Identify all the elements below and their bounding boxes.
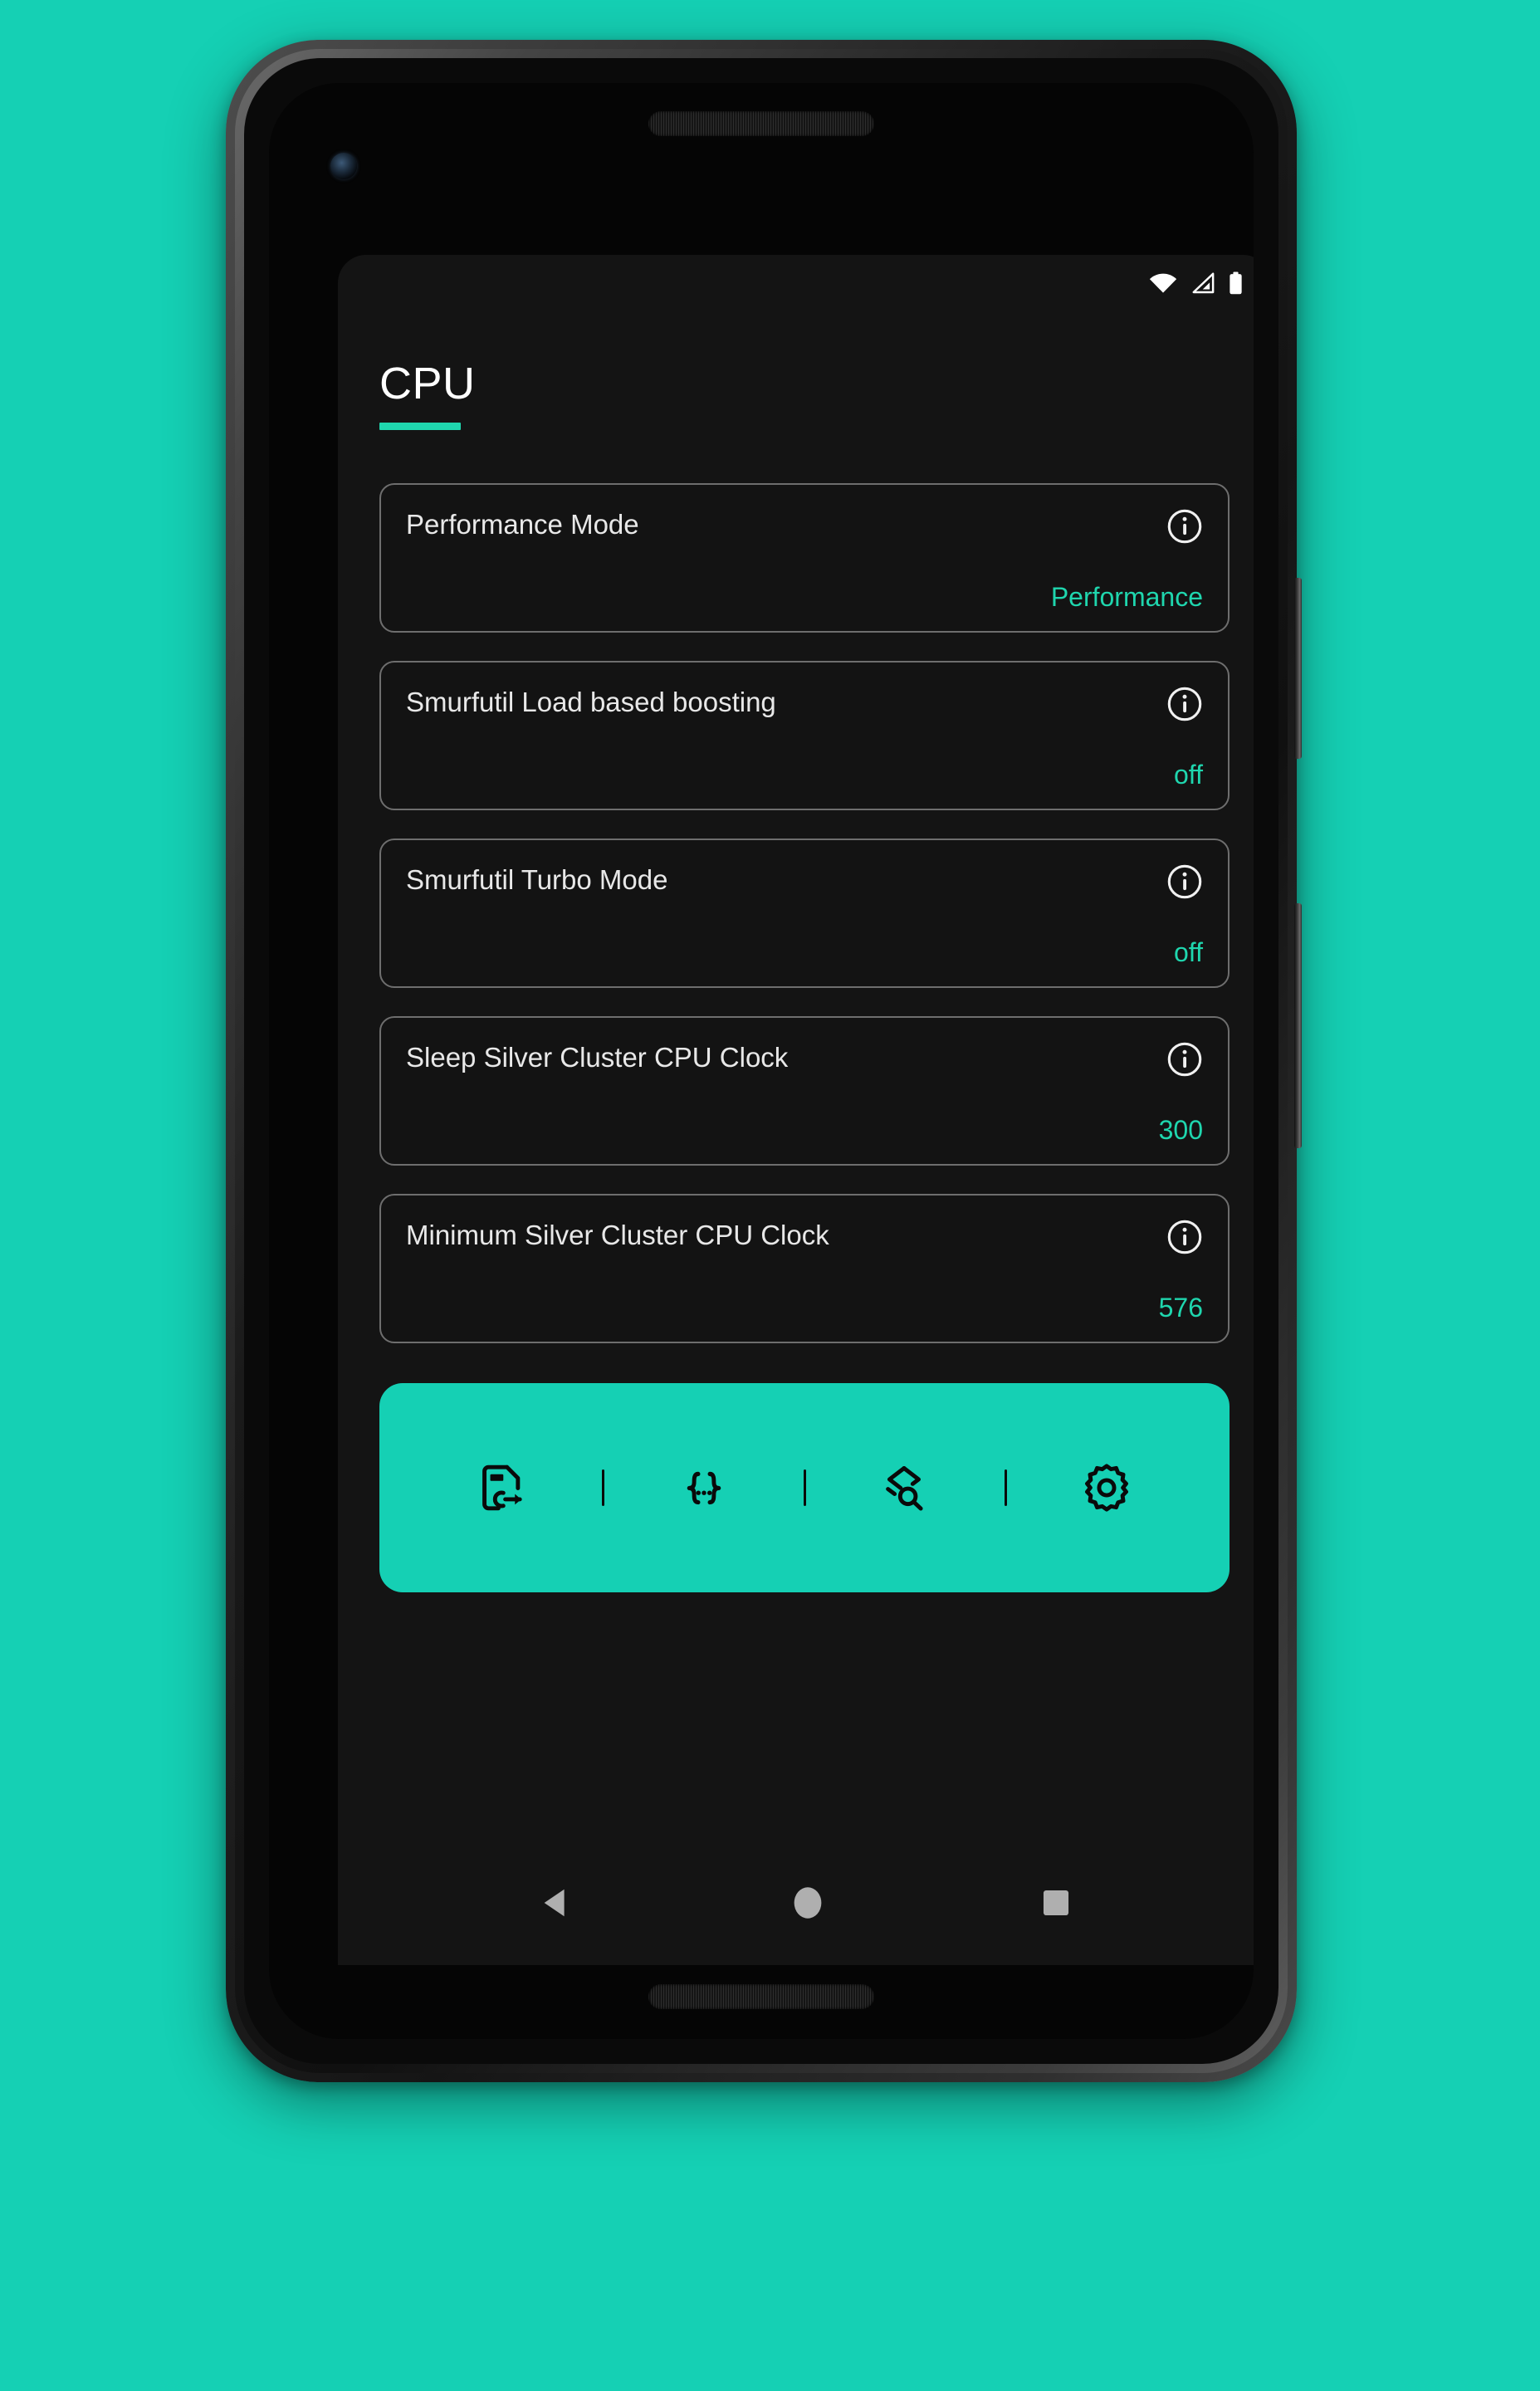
card-title: Minimum Silver Cluster CPU Clock [406, 1220, 829, 1250]
front-camera-icon [330, 153, 357, 179]
toolbar-separator [601, 1469, 604, 1506]
card-header: Sleep Silver Cluster CPU Clock [406, 1041, 1203, 1078]
code-braces-icon[interactable] [672, 1456, 736, 1519]
preference-card-list: Performance Mode Performance Smurfutil L… [338, 430, 1254, 1343]
info-icon[interactable] [1166, 508, 1203, 545]
preference-card-sleep-silver-cluster-cpu-clock[interactable]: Sleep Silver Cluster CPU Clock 300 [379, 1016, 1230, 1166]
app-screen: CPU Performance Mode Performance Smurfut… [338, 255, 1254, 1965]
card-value: Performance [1050, 582, 1203, 612]
preference-card-minimum-silver-cluster-cpu-clock[interactable]: Minimum Silver Cluster CPU Clock 576 [379, 1194, 1230, 1343]
toolbar-separator [1005, 1469, 1008, 1506]
card-value: off [1174, 760, 1203, 790]
info-icon[interactable] [1166, 1041, 1203, 1078]
gear-icon[interactable] [1075, 1456, 1138, 1519]
page-header: CPU [338, 315, 1254, 430]
card-header: Smurfutil Load based boosting [406, 687, 1203, 722]
card-title: Smurfutil Load based boosting [406, 687, 776, 717]
title-underline-accent [379, 423, 461, 430]
card-header: Minimum Silver Cluster CPU Clock [406, 1220, 1203, 1255]
action-toolbar-container [338, 1343, 1254, 1592]
status-bar [338, 255, 1254, 315]
nav-home-button[interactable] [791, 1885, 824, 1921]
inspect-search-icon[interactable] [873, 1456, 936, 1519]
preference-card-performance-mode[interactable]: Performance Mode Performance [379, 483, 1230, 633]
card-header: Performance Mode [406, 508, 1203, 545]
nav-back-button[interactable] [537, 1884, 575, 1922]
earpiece-speaker-grille [648, 111, 874, 136]
card-value: off [1174, 937, 1203, 967]
card-header: Smurfutil Turbo Mode [406, 863, 1203, 900]
toolbar-separator [803, 1469, 806, 1506]
power-button[interactable] [1294, 578, 1302, 759]
info-icon[interactable] [1166, 1219, 1203, 1255]
action-toolbar [379, 1383, 1230, 1592]
info-icon[interactable] [1166, 686, 1203, 722]
card-title: Sleep Silver Cluster CPU Clock [406, 1042, 789, 1073]
device-glass: CPU Performance Mode Performance Smurfut… [269, 83, 1254, 2039]
android-navigation-bar [338, 1841, 1254, 1965]
nav-recents-button[interactable] [1040, 1887, 1072, 1919]
device-frame-inner: CPU Performance Mode Performance Smurfut… [244, 58, 1278, 2064]
bottom-speaker-grille [648, 1984, 874, 2009]
export-file-icon[interactable] [471, 1456, 534, 1519]
battery-icon [1229, 271, 1243, 298]
page-title: CPU [379, 359, 476, 408]
card-title: Smurfutil Turbo Mode [406, 864, 668, 895]
info-icon[interactable] [1166, 863, 1203, 900]
preference-card-smurfutil-turbo-mode[interactable]: Smurfutil Turbo Mode off [379, 839, 1230, 988]
preference-card-smurfutil-load-based-boosting[interactable]: Smurfutil Load based boosting off [379, 661, 1230, 810]
phone-device: CPU Performance Mode Performance Smurfut… [226, 40, 1302, 2082]
card-title: Performance Mode [406, 509, 639, 540]
cellular-signal-icon [1190, 272, 1215, 297]
volume-rocker[interactable] [1294, 903, 1302, 1148]
wifi-icon [1149, 272, 1177, 297]
card-value: 576 [1158, 1293, 1203, 1323]
card-value: 300 [1158, 1115, 1203, 1145]
